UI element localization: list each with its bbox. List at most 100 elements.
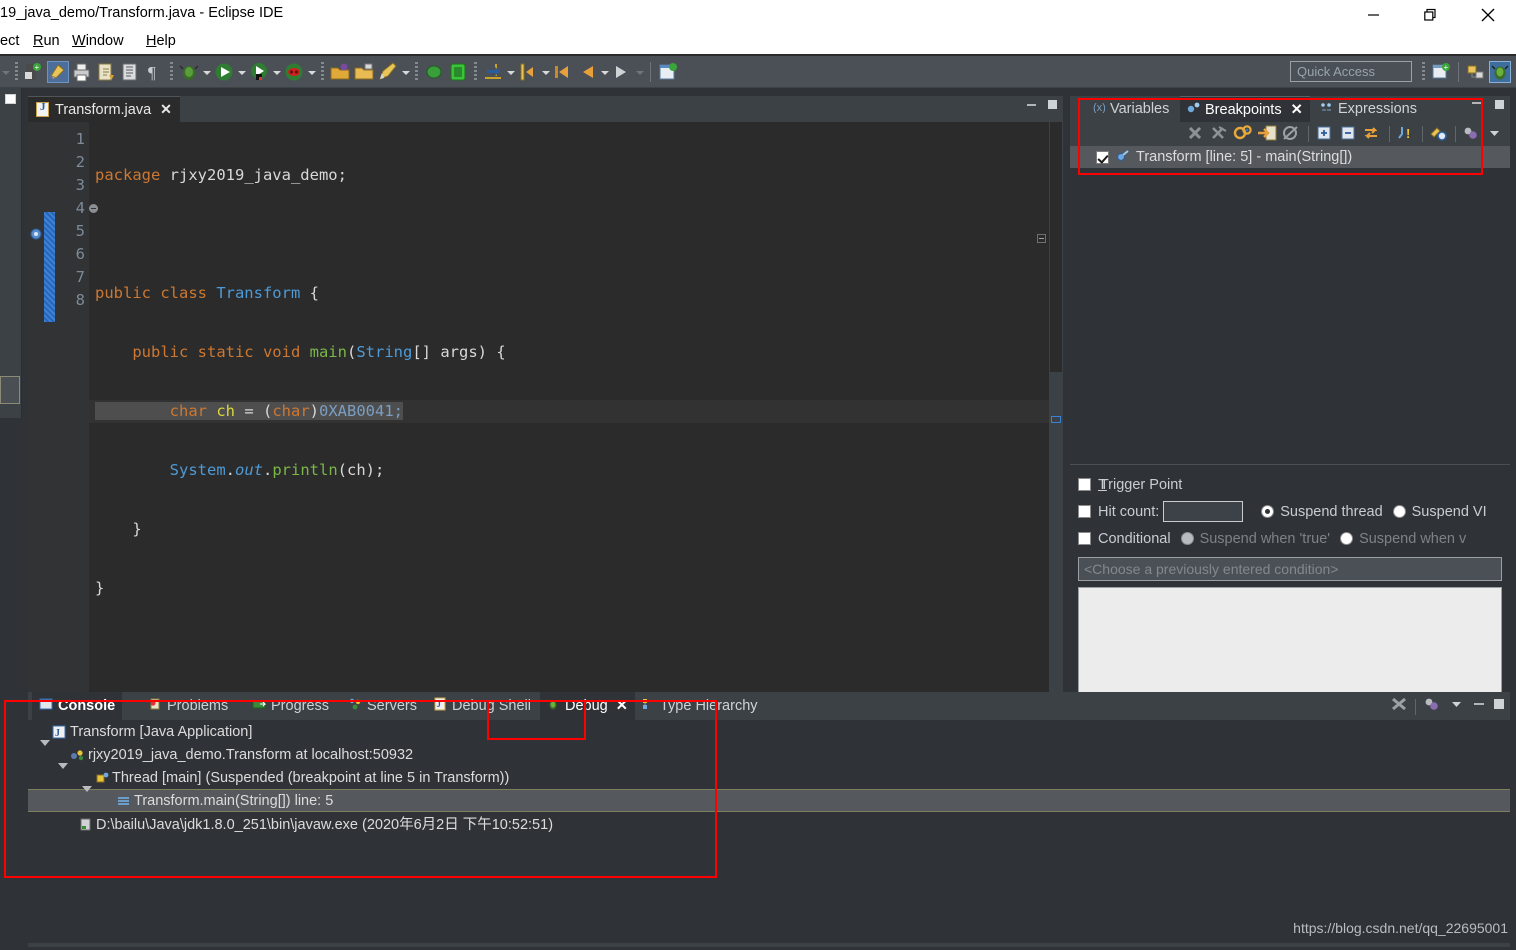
conditional-checkbox[interactable] xyxy=(1078,532,1091,545)
open-folder-2-icon[interactable] xyxy=(353,61,375,83)
panel-maximize-button[interactable] xyxy=(1492,697,1506,716)
breakpoints-list[interactable]: Transform [line: 5] - main(String[]) xyxy=(1070,146,1510,462)
edit-icon[interactable] xyxy=(377,61,399,83)
view-menu-icon[interactable] xyxy=(1448,695,1466,718)
go-to-file-icon[interactable] xyxy=(1257,124,1279,144)
trigger-point-checkbox[interactable] xyxy=(1078,478,1091,491)
java-perspective-button[interactable] xyxy=(1465,61,1487,83)
breakpoint-list-item[interactable]: Transform [line: 5] - main(String[]) xyxy=(1070,146,1510,168)
add-java-exception-breakpoint-icon[interactable]: ! xyxy=(1395,124,1417,144)
hit-count-checkbox[interactable] xyxy=(1078,505,1091,518)
breakpoint-group-icon[interactable] xyxy=(1461,124,1483,144)
show-whitespace-icon[interactable] xyxy=(119,61,141,83)
skip-all-breakpoints-icon[interactable] xyxy=(1281,124,1303,144)
suspend-thread-radio[interactable] xyxy=(1261,505,1275,518)
breakpoint-enabled-checkbox[interactable] xyxy=(1096,150,1109,164)
editor-fold-collapse-icon[interactable] xyxy=(1037,234,1046,243)
debug-perspective-button[interactable] xyxy=(1489,61,1511,83)
step-into-icon[interactable] xyxy=(482,61,504,83)
view-menu-icon[interactable] xyxy=(1485,124,1507,144)
editor-overview-ruler[interactable] xyxy=(1049,122,1063,692)
maximize-restore-button[interactable] xyxy=(1402,0,1459,30)
back-dropdown-arrow[interactable] xyxy=(599,61,610,83)
tree-row-debug-target[interactable]: rjxy2019_java_demo.Transform at localhos… xyxy=(28,743,1510,769)
open-folder-icon[interactable] xyxy=(329,61,351,83)
tab-problems[interactable]: Problems xyxy=(141,692,235,720)
debug-menu-icon[interactable] xyxy=(1422,695,1442,718)
expand-all-icon[interactable] xyxy=(1314,124,1336,144)
debug-stack-tree[interactable]: J Transform [Java Application] rjxy2019_… xyxy=(28,720,1510,848)
left-view-stub-2[interactable] xyxy=(0,376,20,404)
coverage-icon[interactable] xyxy=(248,61,270,83)
minimize-button[interactable] xyxy=(1345,0,1402,30)
tab-servers[interactable]: Servers xyxy=(341,692,424,720)
editor-tab-transform-java[interactable]: Transform.java ✕ xyxy=(28,96,180,122)
collapse-all-icon[interactable] xyxy=(1338,124,1360,144)
edit-dropdown-arrow[interactable] xyxy=(400,61,411,83)
step-over-dropdown-arrow[interactable] xyxy=(540,61,551,83)
run-dropdown-arrow[interactable] xyxy=(236,61,247,83)
add-watchpoint-icon[interactable] xyxy=(1428,124,1450,144)
step-over-icon[interactable] xyxy=(517,61,539,83)
skip-breakpoints-icon[interactable] xyxy=(1389,695,1409,718)
forward-icon[interactable] xyxy=(611,61,633,83)
working-sets-icon[interactable] xyxy=(1362,124,1384,144)
tab-breakpoints[interactable]: Breakpoints ✕ xyxy=(1180,96,1310,122)
tab-expressions[interactable]: Expressions xyxy=(1313,96,1424,122)
stop-icon[interactable] xyxy=(283,61,305,83)
tree-row-process[interactable]: D:\bailu\Java\jdk1.8.0_251\bin\javaw.exe… xyxy=(28,812,1510,835)
remove-breakpoint-icon[interactable] xyxy=(1185,124,1207,144)
back-icon[interactable] xyxy=(552,61,574,83)
editor-tab-close-icon[interactable]: ✕ xyxy=(160,101,172,118)
menu-window[interactable]: Window xyxy=(72,33,124,49)
menu-run[interactable]: Run xyxy=(33,33,60,49)
remove-all-breakpoints-icon[interactable] xyxy=(1209,124,1231,144)
editor-scroll-thumb[interactable] xyxy=(1050,122,1062,372)
condition-combo[interactable]: <Choose a previously entered condition> xyxy=(1078,557,1502,581)
tab-progress[interactable]: Progress xyxy=(245,692,336,720)
java-perspective-icon[interactable] xyxy=(447,61,469,83)
debug-dropdown-arrow[interactable] xyxy=(201,61,212,83)
bottom-panel-hscrollbar[interactable] xyxy=(28,943,1510,947)
link-with-debug-view-icon[interactable] xyxy=(1233,124,1255,144)
quick-access-input[interactable]: Quick Access xyxy=(1290,61,1412,82)
new-wizard-dropdown-icon[interactable]: + xyxy=(23,61,45,83)
open-perspective-icon[interactable]: + xyxy=(1430,61,1452,83)
open-type-icon[interactable] xyxy=(95,61,117,83)
left-view-stub[interactable] xyxy=(0,88,22,418)
editor-code-area[interactable]: package rjxy2019_java_demo; public class… xyxy=(89,122,1063,692)
toolbar-overflow-arrow[interactable] xyxy=(0,61,11,83)
suspend-when-true-radio[interactable] xyxy=(1180,532,1194,545)
suspend-vm-radio[interactable] xyxy=(1392,505,1406,518)
tree-row-stack-frame[interactable]: Transform.main(String[]) line: 5 xyxy=(28,789,1510,812)
tab-variables[interactable]: (x) Variables xyxy=(1086,96,1176,122)
new-window-icon[interactable] xyxy=(657,61,679,83)
save-icon[interactable] xyxy=(47,60,69,83)
restore-icon[interactable] xyxy=(5,94,16,104)
tab-close-icon[interactable]: ✕ xyxy=(1291,102,1303,118)
coverage-dropdown-arrow[interactable] xyxy=(271,61,282,83)
step-into-dropdown-arrow[interactable] xyxy=(505,61,516,83)
panel-minimize-button[interactable] xyxy=(1470,98,1483,116)
breakpoint-marker-icon[interactable] xyxy=(30,227,42,240)
tab-debug-shell[interactable]: J Debug Shell xyxy=(426,692,538,720)
tree-row-launch[interactable]: J Transform [Java Application] xyxy=(28,720,1510,746)
tab-type-hierarchy[interactable]: Type Hierarchy xyxy=(635,692,765,720)
tab-console[interactable]: Console xyxy=(32,692,123,720)
stop-dropdown-arrow[interactable] xyxy=(306,61,317,83)
editor-maximize-button[interactable] xyxy=(1046,98,1059,116)
suspend-when-value-radio[interactable] xyxy=(1340,532,1354,545)
menu-project[interactable]: ect xyxy=(0,33,19,49)
back-2-icon[interactable] xyxy=(576,61,598,83)
print-icon[interactable] xyxy=(71,61,93,83)
forward-dropdown-arrow[interactable] xyxy=(634,61,645,83)
editor-minimize-button[interactable] xyxy=(1025,98,1038,116)
condition-editor[interactable] xyxy=(1078,587,1502,705)
close-button[interactable] xyxy=(1459,0,1516,30)
run-icon[interactable] xyxy=(213,61,235,83)
panel-maximize-button[interactable] xyxy=(1493,98,1506,116)
panel-minimize-button[interactable] xyxy=(1472,697,1486,716)
tree-row-thread[interactable]: Thread [main] (Suspended (breakpoint at … xyxy=(28,766,1510,792)
debug-icon[interactable] xyxy=(178,61,200,83)
menu-help[interactable]: Help xyxy=(146,33,176,49)
